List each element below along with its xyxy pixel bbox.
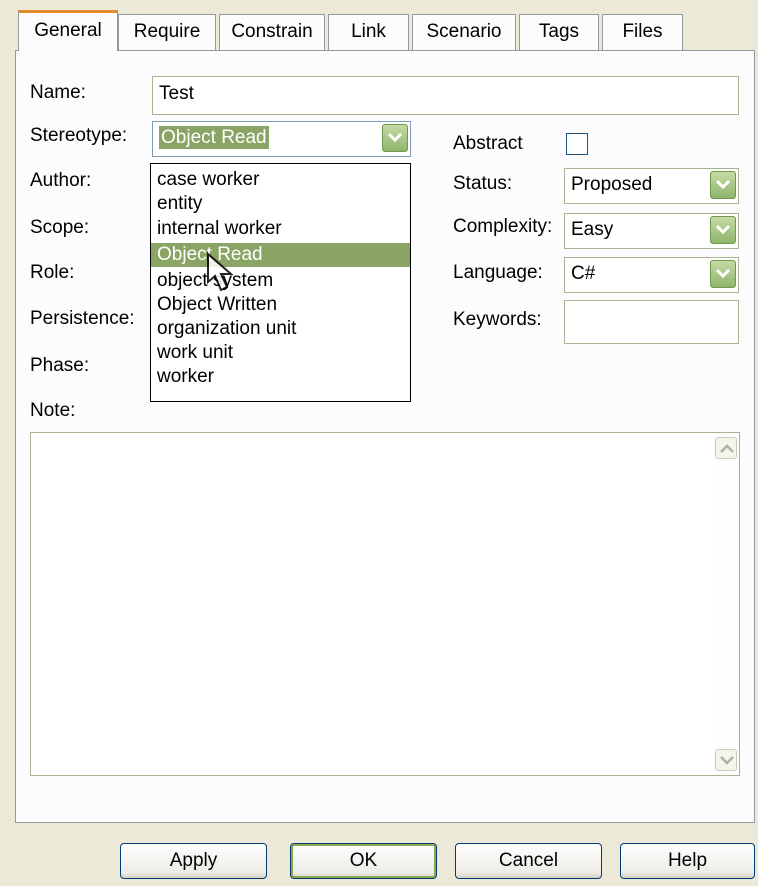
stereotype-dropdown[interactable]: Object Read	[152, 121, 411, 157]
name-label: Name:	[30, 82, 86, 103]
stereotype-option[interactable]: Object Written	[151, 293, 410, 317]
stereotype-option[interactable]: internal worker	[151, 217, 410, 241]
complexity-value: Easy	[571, 219, 614, 240]
persistence-label: Persistence:	[30, 308, 135, 329]
stereotype-options-list[interactable]: case worker entity internal worker Objec…	[150, 163, 411, 402]
scroll-up-button[interactable]	[715, 437, 737, 459]
chevron-down-icon	[720, 756, 734, 765]
keywords-label: Keywords:	[453, 309, 542, 330]
chevron-down-icon	[388, 132, 402, 142]
complexity-dropdown[interactable]: Easy	[564, 213, 739, 249]
chevron-up-icon	[720, 444, 734, 453]
note-textarea[interactable]	[30, 432, 740, 776]
complexity-dropdown-button[interactable]	[710, 216, 736, 244]
stereotype-value: Object Read	[159, 126, 269, 149]
stereotype-option-selected[interactable]: Object Read	[151, 243, 410, 267]
stereotype-option[interactable]: worker	[151, 365, 410, 389]
abstract-checkbox[interactable]	[566, 133, 588, 155]
status-dropdown-button[interactable]	[710, 171, 736, 199]
stereotype-option[interactable]: case worker	[151, 168, 410, 192]
language-dropdown-button[interactable]	[710, 260, 736, 288]
chevron-down-icon	[716, 224, 730, 234]
stereotype-option[interactable]: object system	[151, 269, 410, 293]
scroll-down-button[interactable]	[715, 749, 737, 771]
mouse-cursor-icon	[207, 252, 234, 292]
keywords-field[interactable]	[564, 300, 739, 344]
abstract-label: Abstract	[453, 133, 523, 154]
status-value: Proposed	[571, 174, 653, 195]
status-dropdown[interactable]: Proposed	[564, 168, 739, 204]
language-value: C#	[571, 263, 596, 284]
stereotype-label: Stereotype:	[30, 125, 128, 146]
form-area: Name: Test Stereotype: Object Read Autho…	[0, 0, 758, 886]
status-label: Status:	[453, 173, 513, 194]
phase-label: Phase:	[30, 355, 90, 376]
language-label: Language:	[453, 262, 543, 283]
role-label: Role:	[30, 262, 75, 283]
author-label: Author:	[30, 170, 92, 191]
stereotype-dropdown-button[interactable]	[382, 124, 408, 152]
note-scrollbar[interactable]	[714, 434, 738, 774]
chevron-down-icon	[716, 179, 730, 189]
note-label: Note:	[30, 400, 76, 421]
stereotype-option[interactable]: organization unit	[151, 317, 410, 341]
chevron-down-icon	[716, 268, 730, 278]
stereotype-option[interactable]: work unit	[151, 341, 410, 365]
stereotype-option[interactable]: entity	[151, 192, 410, 216]
complexity-label: Complexity:	[453, 216, 553, 237]
name-field[interactable]: Test	[152, 76, 739, 115]
scope-label: Scope:	[30, 217, 90, 238]
language-dropdown[interactable]: C#	[564, 257, 739, 293]
